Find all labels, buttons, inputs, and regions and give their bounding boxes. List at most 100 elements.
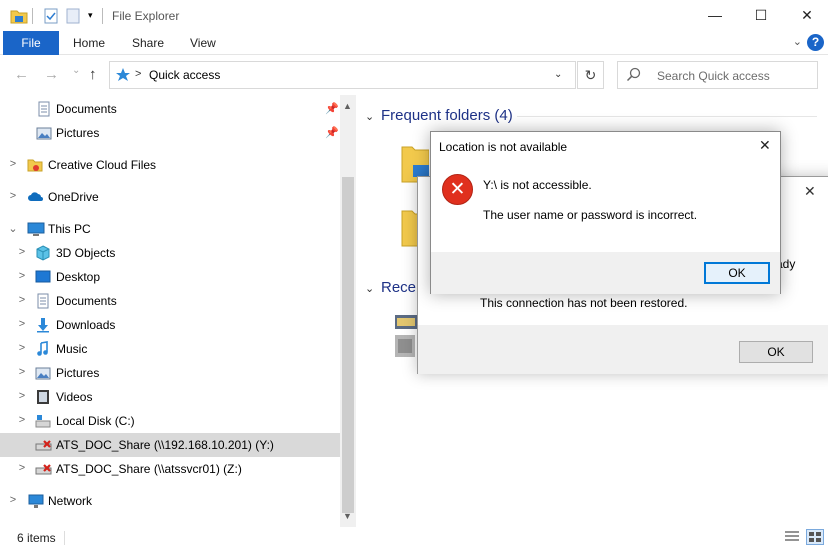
- dialog-title: Location is not available: [439, 140, 568, 154]
- close-button[interactable]: ✕: [784, 0, 828, 31]
- scrollbar-thumb[interactable]: [342, 177, 354, 513]
- onedrive-icon: [27, 189, 43, 205]
- title-bar: ▾ File Explorer — ☐ ✕: [0, 0, 828, 31]
- tab-share[interactable]: Share: [128, 31, 168, 55]
- dialog-message: This connection has not been restored.: [480, 296, 688, 310]
- window-title: File Explorer: [112, 9, 180, 23]
- expand-chevron-icon[interactable]: >: [17, 390, 27, 402]
- expand-chevron-icon[interactable]: >: [17, 318, 27, 330]
- nav-item-label: ATS_DOC_Share (\\atssvcr01) (Z:): [56, 462, 242, 476]
- expand-chevron-icon[interactable]: >: [17, 342, 27, 354]
- nav-item-3d-objects[interactable]: > 3D Objects: [0, 241, 340, 265]
- nav-item-z-drive[interactable]: > ATS_DOC_Share (\\atssvcr01) (Z:): [0, 457, 340, 481]
- desktop-icon: [35, 269, 51, 285]
- error-message: Y:\ is not accessible.: [483, 178, 592, 192]
- local-disk-icon: [35, 413, 51, 429]
- nav-item-music[interactable]: > Music: [0, 337, 340, 361]
- expand-chevron-icon[interactable]: >: [17, 246, 27, 258]
- back-button[interactable]: ←: [14, 66, 29, 83]
- search-input[interactable]: Search Quick access: [657, 69, 770, 83]
- location-error-dialog: Location is not available ✕ ✕ Y:\ is not…: [430, 131, 781, 294]
- error-icon: ✕: [442, 174, 473, 205]
- nav-item-label: Desktop: [56, 270, 101, 284]
- nav-item-label: Downloads: [56, 318, 116, 332]
- nav-item-documents-pinned[interactable]: Documents 📌: [0, 97, 340, 121]
- ok-button[interactable]: OK: [739, 341, 813, 363]
- nav-item-label: Pictures: [56, 366, 100, 380]
- expand-ribbon-icon[interactable]: ⌄: [793, 35, 802, 48]
- nav-item-pictures[interactable]: > Pictures: [0, 361, 340, 385]
- documents-icon: [36, 101, 52, 117]
- ok-button[interactable]: OK: [704, 262, 770, 284]
- expand-chevron-icon[interactable]: >: [17, 366, 27, 378]
- expand-chevron-icon[interactable]: >: [8, 494, 18, 506]
- large-icons-view-icon[interactable]: [806, 529, 824, 545]
- properties-icon[interactable]: [44, 8, 58, 27]
- disconnected-drive-icon: [35, 437, 52, 453]
- videos-icon: [35, 389, 51, 405]
- nav-item-this-pc[interactable]: ⌄ This PC: [0, 217, 340, 241]
- search-icon: [626, 67, 642, 86]
- nav-item-label: Documents: [56, 294, 117, 308]
- scroll-down-arrow-icon[interactable]: ▼: [343, 511, 352, 521]
- expand-chevron-icon[interactable]: >: [17, 414, 27, 426]
- nav-item-pictures-pinned[interactable]: Pictures 📌: [0, 121, 340, 145]
- expand-chevron-icon[interactable]: >: [17, 462, 27, 474]
- nav-item-creative-cloud[interactable]: > Creative Cloud Files: [0, 153, 340, 177]
- expand-chevron-icon[interactable]: >: [8, 190, 18, 202]
- navigation-bar: ← → ⌄ ↑ > Quick access ⌄ ↻ Search Quick …: [0, 56, 828, 94]
- expand-chevron-icon[interactable]: >: [8, 158, 18, 170]
- collapse-chevron-icon[interactable]: ⌄: [8, 222, 18, 235]
- address-bar[interactable]: > Quick access ⌄: [109, 61, 576, 89]
- recent-locations-button[interactable]: ⌄: [72, 65, 80, 76]
- nav-item-label: Music: [56, 342, 88, 356]
- frequent-folders-heading[interactable]: Frequent folders (4): [381, 107, 513, 124]
- nav-item-network[interactable]: > Network: [0, 489, 340, 513]
- details-view-icon[interactable]: [784, 530, 800, 547]
- pictures-icon: [35, 365, 51, 381]
- expand-chevron-icon[interactable]: >: [17, 270, 27, 282]
- pin-icon[interactable]: 📌: [325, 102, 339, 115]
- nav-item-y-drive[interactable]: ATS_DOC_Share (\\192.168.10.201) (Y:): [0, 433, 340, 457]
- minimize-button[interactable]: —: [692, 0, 738, 31]
- pin-icon[interactable]: 📌: [325, 126, 339, 139]
- nav-item-local-disk[interactable]: > Local Disk (C:): [0, 409, 340, 433]
- up-button[interactable]: ↑: [89, 66, 97, 83]
- refresh-button[interactable]: ↻: [577, 61, 604, 89]
- nav-scrollbar[interactable]: ▲ ▼: [340, 95, 356, 527]
- tab-home[interactable]: Home: [69, 31, 109, 55]
- tab-view[interactable]: View: [186, 31, 220, 55]
- nav-item-videos[interactable]: > Videos: [0, 385, 340, 409]
- quick-access-star-icon: [115, 67, 131, 86]
- dialog-close-button[interactable]: ✕: [804, 183, 816, 200]
- nav-item-label: Local Disk (C:): [56, 414, 135, 428]
- nav-item-label: Creative Cloud Files: [48, 158, 157, 172]
- nav-item-downloads[interactable]: > Downloads: [0, 313, 340, 337]
- address-dropdown-icon[interactable]: ⌄: [554, 69, 562, 80]
- downloads-icon: [35, 317, 51, 333]
- expand-chevron-icon[interactable]: >: [17, 294, 27, 306]
- nav-item-label: Network: [48, 494, 93, 508]
- breadcrumb-quick-access[interactable]: Quick access: [149, 68, 220, 82]
- new-folder-icon[interactable]: [66, 8, 80, 27]
- folder-icon: [10, 8, 28, 27]
- nav-item-onedrive[interactable]: > OneDrive: [0, 185, 340, 209]
- breadcrumb-separator[interactable]: >: [135, 68, 141, 80]
- search-box[interactable]: Search Quick access: [617, 61, 818, 89]
- scroll-up-arrow-icon[interactable]: ▲: [343, 101, 352, 111]
- customize-toolbar-icon[interactable]: ▾: [88, 10, 93, 21]
- maximize-button[interactable]: ☐: [738, 0, 784, 31]
- nav-item-label: OneDrive: [48, 190, 99, 204]
- dialog-close-button[interactable]: ✕: [759, 137, 771, 154]
- file-thumbnail-icon[interactable]: [395, 335, 415, 360]
- collapse-section-icon[interactable]: ⌄: [365, 282, 374, 295]
- file-thumbnail-icon[interactable]: [395, 315, 417, 332]
- help-button[interactable]: ?: [807, 34, 824, 51]
- navigation-pane: Documents 📌 Pictures 📌 > Creative Cloud …: [0, 95, 356, 527]
- collapse-section-icon[interactable]: ⌄: [365, 110, 374, 123]
- tab-file[interactable]: File: [3, 31, 59, 55]
- nav-item-desktop[interactable]: > Desktop: [0, 265, 340, 289]
- nav-item-documents[interactable]: > Documents: [0, 289, 340, 313]
- forward-button[interactable]: →: [44, 66, 59, 83]
- status-bar: 6 items: [0, 527, 828, 548]
